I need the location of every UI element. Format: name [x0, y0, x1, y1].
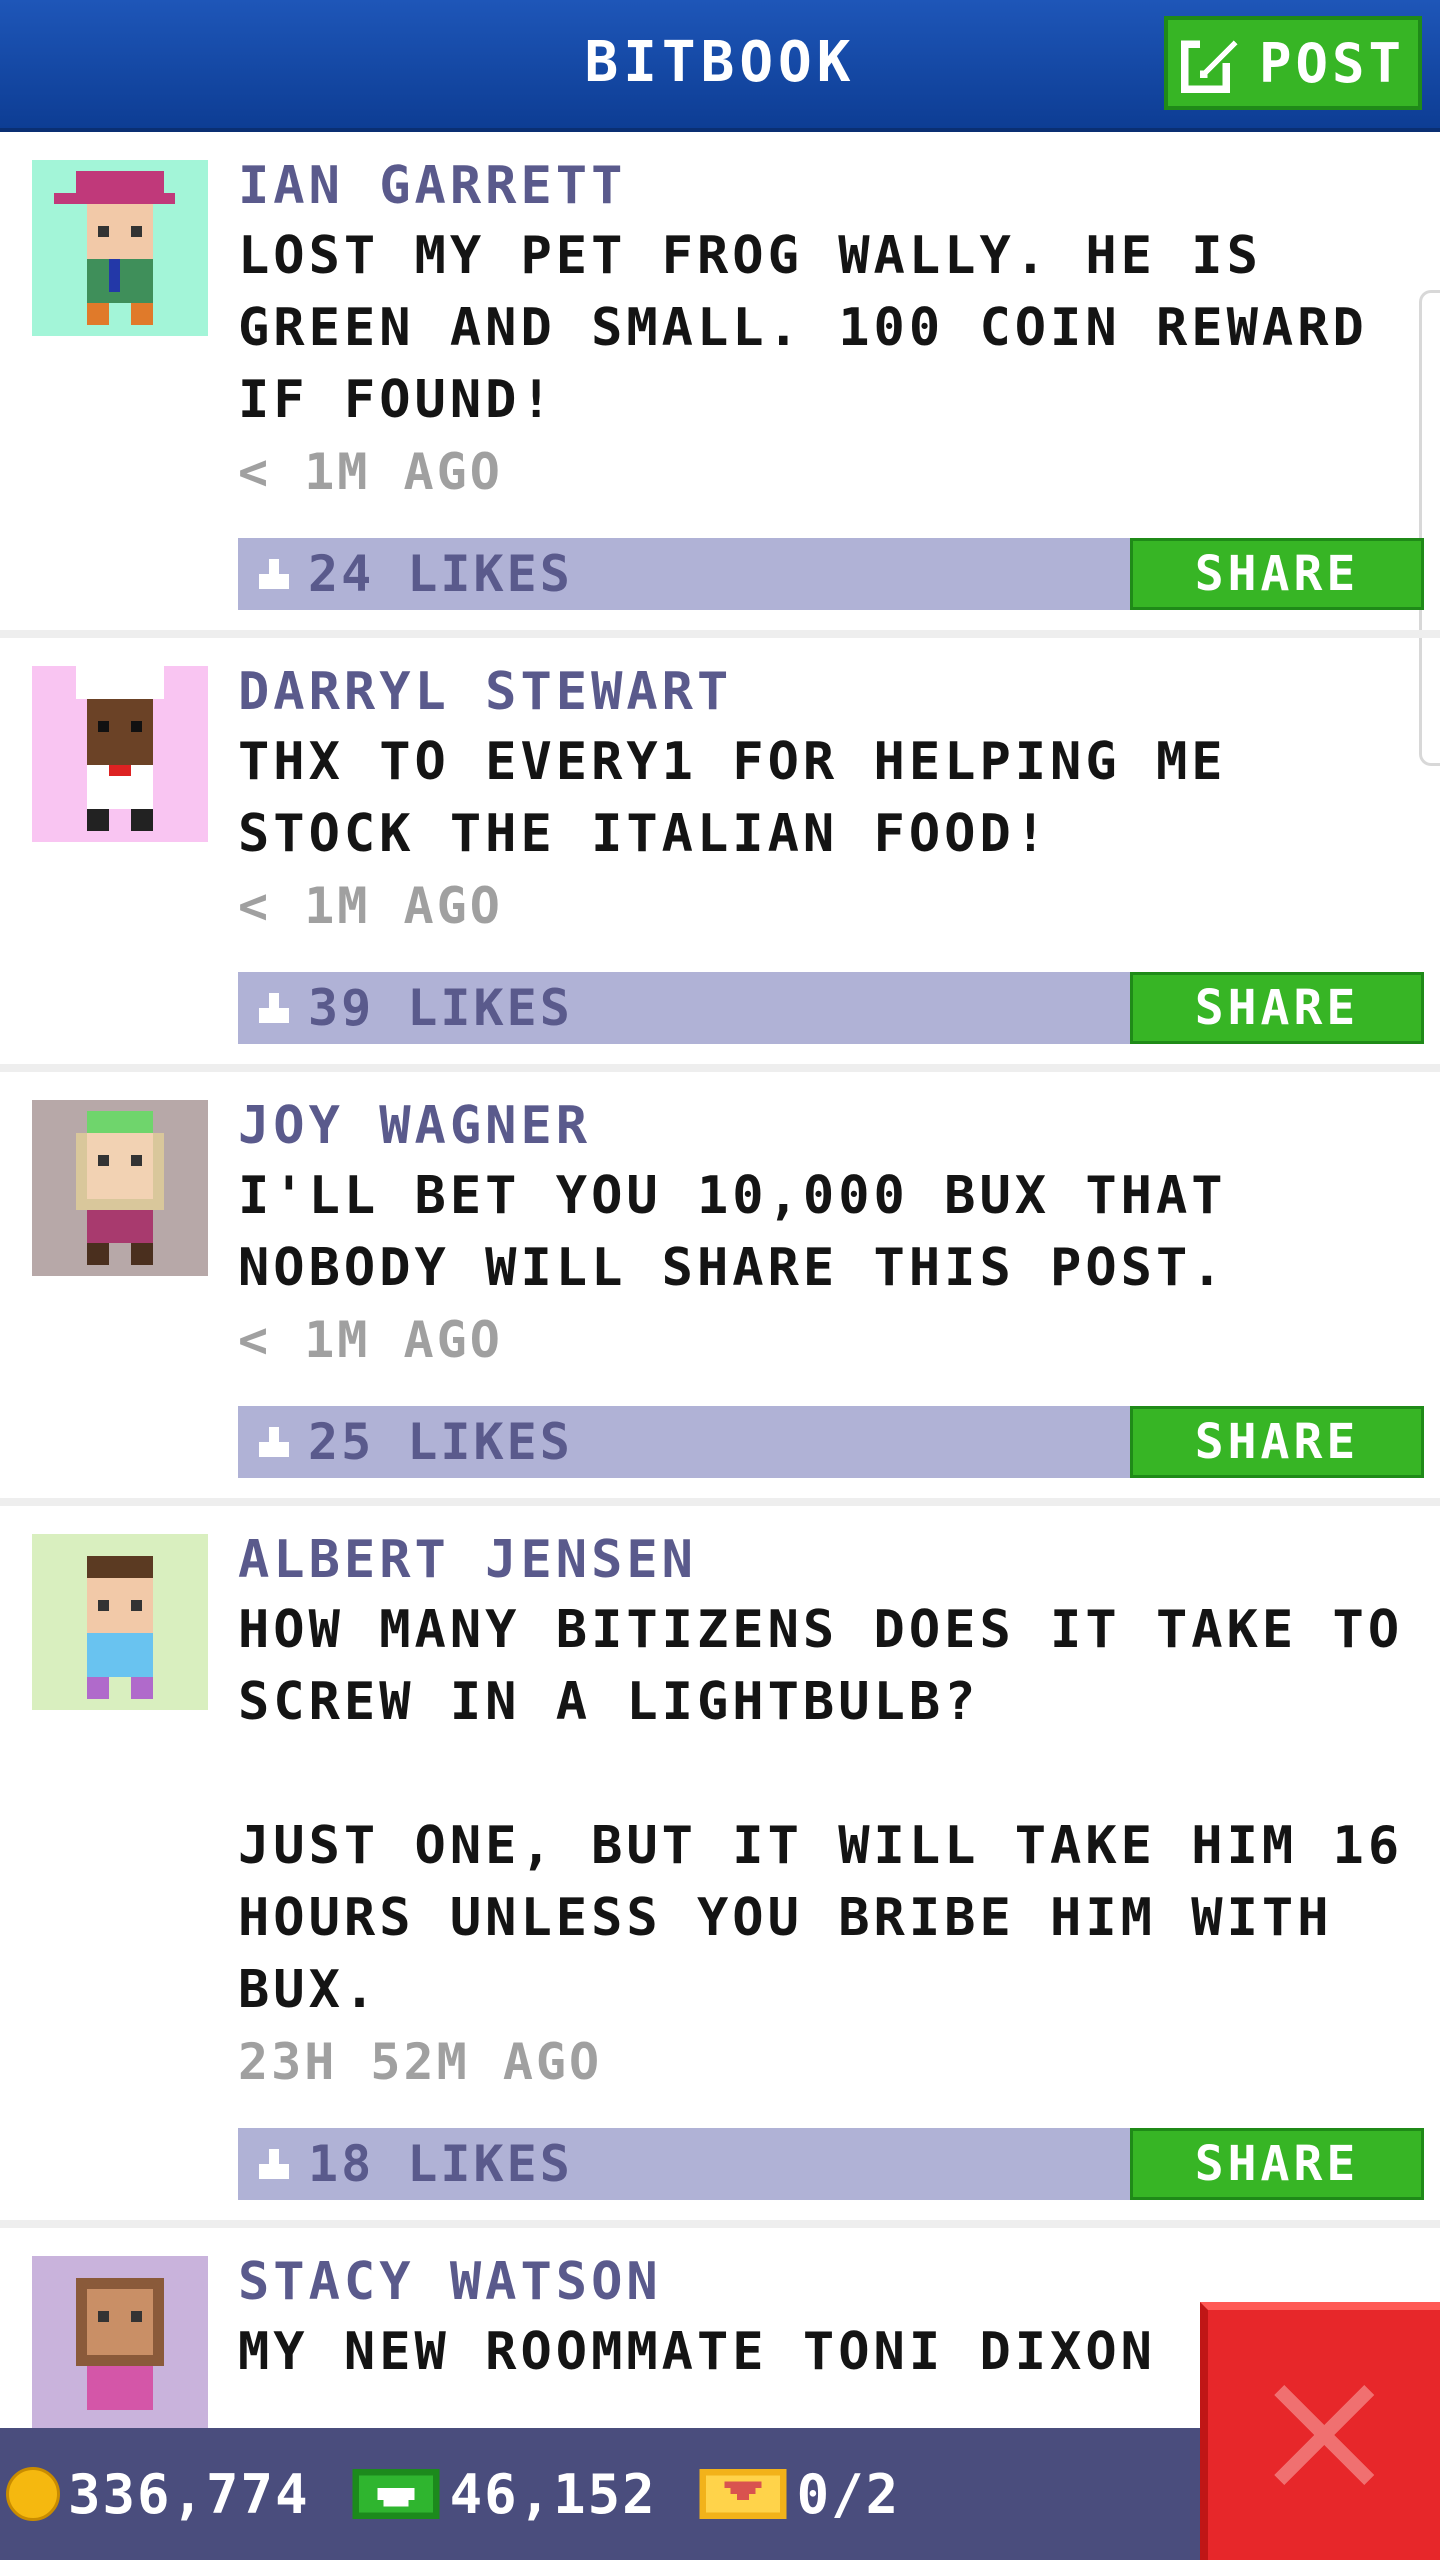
- like-count: 39 LIKES: [308, 979, 573, 1037]
- avatar[interactable]: [32, 1534, 208, 1710]
- share-button[interactable]: SHARE: [1130, 2128, 1424, 2200]
- post-message: I'LL BET YOU 10,000 BUX THAT NOBODY WILL…: [238, 1166, 1262, 1298]
- post-time: < 1M AGO: [238, 443, 503, 501]
- avatar[interactable]: [32, 2256, 208, 2432]
- post-message: THX TO EVERY1 FOR HELPING ME STOCK THE I…: [238, 732, 1262, 864]
- like-icon[interactable]: [254, 2144, 294, 2184]
- like-bar: 39 LIKES SHARE: [238, 972, 1424, 1044]
- post-author[interactable]: ALBERT JENSEN: [238, 1526, 1408, 1594]
- post-time: 23H 52M AGO: [238, 2033, 603, 2091]
- feed-post: JOY WAGNER I'LL BET YOU 10,000 BUX THAT …: [0, 1072, 1440, 1506]
- like-count: 18 LIKES: [308, 2135, 573, 2193]
- like-bar: 18 LIKES SHARE: [238, 2128, 1424, 2200]
- app-header: BITBOOK POST: [0, 0, 1440, 132]
- feed-list[interactable]: IAN GARRETT LOST MY PET FROG WALLY. HE I…: [0, 132, 1440, 2432]
- share-button[interactable]: SHARE: [1130, 972, 1424, 1044]
- post-message: LOST MY PET FROG WALLY. HE IS GREEN AND …: [238, 226, 1404, 430]
- post-edit-icon: [1180, 36, 1238, 93]
- post-author[interactable]: DARRYL STEWART: [238, 658, 1408, 726]
- tickets-value: 0/2: [796, 2462, 901, 2526]
- feed-post: DARRYL STEWART THX TO EVERY1 FOR HELPING…: [0, 638, 1440, 1072]
- avatar[interactable]: [32, 666, 208, 842]
- bux-icon: [352, 2469, 439, 2519]
- post-time: < 1M AGO: [238, 877, 503, 935]
- share-button[interactable]: SHARE: [1130, 1406, 1424, 1478]
- like-bar: 24 LIKES SHARE: [238, 538, 1424, 610]
- close-button[interactable]: [1200, 2302, 1440, 2560]
- like-icon[interactable]: [254, 988, 294, 1028]
- bux-stat[interactable]: 46,152: [350, 2463, 657, 2526]
- feed-post: IAN GARRETT LOST MY PET FROG WALLY. HE I…: [0, 132, 1440, 638]
- post-author[interactable]: IAN GARRETT: [238, 152, 1408, 220]
- bux-value: 46,152: [449, 2462, 657, 2526]
- like-icon[interactable]: [254, 1422, 294, 1462]
- post-author[interactable]: JOY WAGNER: [238, 1092, 1408, 1160]
- coin-icon: [6, 2467, 60, 2521]
- like-bar: 25 LIKES SHARE: [238, 1406, 1424, 1478]
- like-count: 24 LIKES: [308, 545, 573, 603]
- avatar[interactable]: [32, 160, 208, 336]
- close-icon: [1274, 2385, 1374, 2485]
- like-count: 25 LIKES: [308, 1413, 573, 1471]
- share-button[interactable]: SHARE: [1130, 538, 1424, 610]
- post-message: HOW MANY BITIZENS DOES IT TAKE TO SCREW …: [238, 1600, 1404, 2020]
- avatar[interactable]: [32, 1100, 208, 1276]
- feed-post: ALBERT JENSEN HOW MANY BITIZENS DOES IT …: [0, 1506, 1440, 2228]
- tickets-stat[interactable]: 0/2: [697, 2463, 901, 2526]
- coins-stat: 336,774: [6, 2463, 310, 2526]
- post-time: < 1M AGO: [238, 1311, 503, 1369]
- post-button[interactable]: POST: [1164, 16, 1422, 110]
- like-icon[interactable]: [254, 554, 294, 594]
- coins-value: 336,774: [68, 2462, 310, 2526]
- post-button-label: POST: [1258, 31, 1406, 95]
- ticket-icon: [699, 2469, 787, 2519]
